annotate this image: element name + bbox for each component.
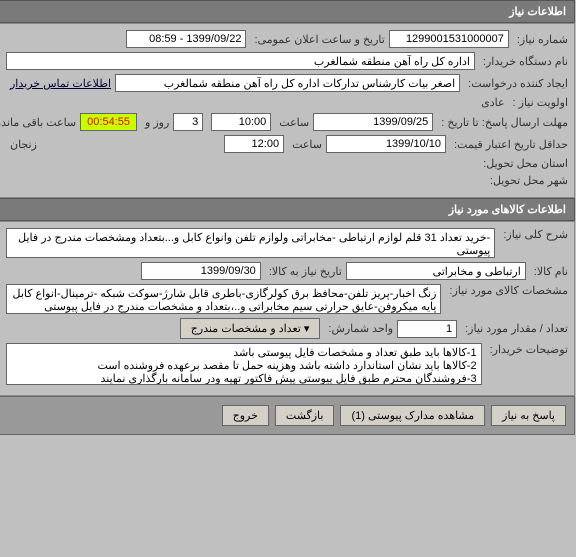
time-label-2: ساعت	[289, 138, 323, 151]
announce-field[interactable]	[127, 30, 247, 48]
delivery-province-label: استان محل تحویل:	[480, 157, 569, 170]
remain-suffix: ساعت باقی مانده	[0, 116, 77, 129]
notes-field[interactable]	[7, 343, 483, 385]
announce-label: تاریخ و ساعت اعلان عمومی:	[251, 33, 385, 46]
exit-button[interactable]: خروج	[223, 405, 270, 426]
section1-header: اطلاعات نیاز	[0, 0, 576, 23]
unit-dropdown-button[interactable]: ▾ تعداد و مشخصات مندرج	[181, 318, 322, 339]
goods-name-label: نام کالا:	[531, 265, 569, 278]
creator-label: ایجاد کننده درخواست:	[465, 77, 569, 90]
buyer-org-field[interactable]	[7, 52, 476, 70]
time-label-1: ساعت	[276, 116, 310, 129]
contact-link[interactable]: اطلاعات تماس خریدار	[7, 77, 112, 90]
countdown: 00:54:55	[81, 113, 138, 131]
need-number-field[interactable]	[390, 30, 510, 48]
goods-name-field[interactable]	[347, 262, 527, 280]
validity-time-field[interactable]	[225, 135, 285, 153]
days-suffix: روز و	[142, 116, 170, 129]
desc-label: شرح کلی نیاز:	[500, 228, 569, 241]
qty-label: تعداد / مقدار مورد نیاز:	[462, 322, 569, 335]
creator-field[interactable]	[116, 74, 461, 92]
buyer-org-label: نام دستگاه خریدار:	[480, 55, 569, 68]
unit-label: واحد شمارش:	[325, 322, 394, 335]
section2-header: اطلاعات کالاهای مورد نیاز	[0, 198, 576, 221]
notes-label: توضیحات خریدار:	[487, 343, 569, 356]
back-button[interactable]: بازگشت	[276, 405, 336, 426]
deadline-label: مهلت ارسال پاسخ: تا تاریخ :	[438, 116, 569, 129]
priority-value: عادی	[478, 96, 505, 109]
spec-field[interactable]	[7, 284, 442, 314]
deadline-date-field[interactable]	[314, 113, 434, 131]
section1-title: اطلاعات نیاز	[510, 6, 567, 18]
spec-label: مشخصات کالای مورد نیاز:	[446, 284, 569, 297]
section2-title: اطلاعات کالاهای مورد نیاز	[450, 204, 567, 216]
goods-date-field[interactable]	[142, 262, 262, 280]
goods-date-label: تاریخ نیاز به کالا:	[266, 265, 343, 278]
priority-label: اولویت نیاز :	[510, 96, 569, 109]
days-remain-field[interactable]	[174, 113, 204, 131]
validity-label: حداقل تاریخ اعتبار قیمت:	[451, 138, 569, 151]
delivery-city-label: شهر محل تحویل:	[487, 174, 569, 187]
validity-date-field[interactable]	[327, 135, 447, 153]
deadline-time-field[interactable]	[212, 113, 272, 131]
view-attachments-button[interactable]: مشاهده مدارک پیوستی (1)	[341, 405, 486, 426]
qty-field[interactable]	[398, 320, 458, 338]
respond-button[interactable]: پاسخ به نیاز	[492, 405, 567, 426]
section2-body: شرح کلی نیاز: نام کالا: تاریخ نیاز به کا…	[0, 221, 576, 396]
desc-field[interactable]	[7, 228, 496, 258]
bottom-bar: پاسخ به نیاز مشاهده مدارک پیوستی (1) باز…	[0, 396, 576, 435]
section1-body: شماره نیاز: تاریخ و ساعت اعلان عمومی: نا…	[0, 23, 576, 198]
zanjan-label: زنجان	[7, 138, 38, 151]
need-number-label: شماره نیاز:	[514, 33, 569, 46]
